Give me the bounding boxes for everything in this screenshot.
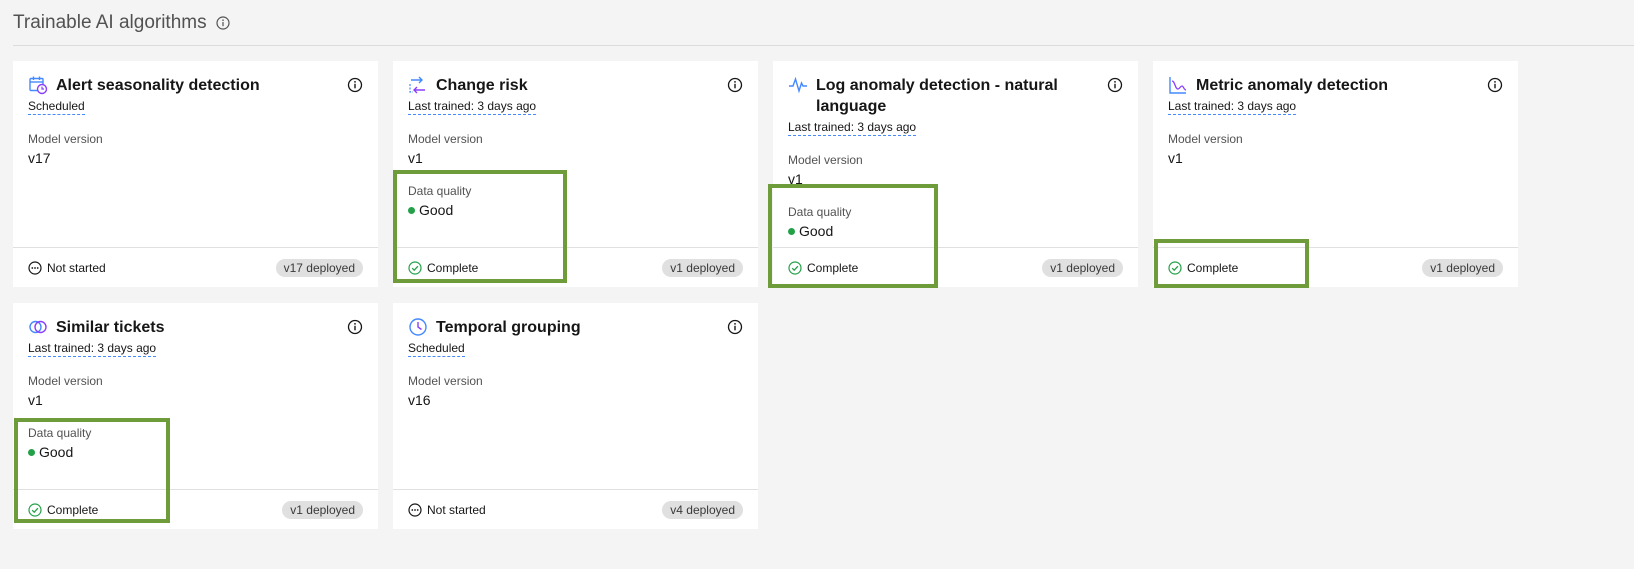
model-version-label: Model version [788,153,863,167]
card-footer: Complete v1 deployed [773,247,1138,287]
model-version-label: Model version [28,374,103,388]
training-state-label: Complete [1187,260,1239,275]
training-state-label: Complete [47,502,99,517]
model-version-label: Model version [1168,132,1243,146]
training-status-link[interactable]: Last trained: 3 days ago [1168,99,1297,115]
data-quality-label: Data quality [408,184,472,198]
model-version-value: v17 [28,150,51,166]
card-footer: Complete v1 deployed [1153,247,1518,287]
data-quality-label: Data quality [788,205,852,219]
training-state-label: Complete [807,260,859,275]
card-alert-seasonality-detection[interactable]: Alert seasonality detection Scheduled Mo… [13,61,378,287]
model-version-value: v1 [1168,150,1183,166]
data-quality-label: Data quality [28,426,92,440]
card-footer: Not started v17 deployed [13,247,378,287]
not-started-icon [28,260,42,275]
data-quality-value: Good [28,444,363,460]
activity-icon [788,75,808,95]
chart-line-icon [1168,75,1188,95]
deployed-tag: v1 deployed [1042,258,1123,277]
deployed-tag: v1 deployed [1422,258,1503,277]
card-log-anomaly-detection[interactable]: Log anomaly detection - natural language… [773,61,1138,287]
training-state: Complete [28,503,98,517]
card-title: Alert seasonality detection [56,77,260,94]
training-status-link[interactable]: Last trained: 3 days ago [788,120,917,136]
training-state: Not started [28,261,106,275]
change-risk-icon [408,75,428,95]
card-title: Similar tickets [56,319,165,336]
checkmark-outline-icon [788,260,802,275]
deployed-tag: v1 deployed [282,500,363,519]
similar-circles-icon [28,317,48,337]
training-status-link[interactable]: Last trained: 3 days ago [408,99,537,115]
training-state: Complete [788,261,858,275]
deployed-tag: v1 deployed [662,258,743,277]
card-similar-tickets[interactable]: Similar tickets Last trained: 3 days ago… [13,303,378,529]
checkmark-outline-icon [408,260,422,275]
info-icon[interactable] [347,319,363,335]
card-title: Temporal grouping [436,319,581,336]
training-status-link[interactable]: Last trained: 3 days ago [28,341,157,357]
card-footer: Complete v1 deployed [13,489,378,529]
card-title: Change risk [436,77,528,94]
info-icon[interactable] [216,15,230,30]
card-footer: Complete v1 deployed [393,247,758,287]
training-state: Complete [1168,261,1238,275]
status-dot [408,206,415,214]
training-status-link[interactable]: Scheduled [28,99,85,115]
model-version-label: Model version [28,132,103,146]
page-header: Trainable AI algorithms [13,0,1634,46]
training-state-label: Complete [427,260,479,275]
card-temporal-grouping[interactable]: Temporal grouping Scheduled Model versio… [393,303,758,529]
status-dot [788,227,795,235]
deployed-tag: v17 deployed [275,258,363,277]
training-state: Not started [408,503,486,517]
model-version-value: v16 [408,392,431,408]
training-state-label: Not started [47,260,106,275]
model-version-label: Model version [408,374,483,388]
calendar-clock-icon [28,75,48,95]
model-version-value: v1 [408,150,423,166]
data-quality-value: Good [788,223,1123,239]
deployed-tag: v4 deployed [662,500,743,519]
not-started-icon [408,502,422,517]
card-title: Metric anomaly detection [1196,77,1389,94]
page-title: Trainable AI algorithms [13,11,207,33]
model-version-value: v1 [788,171,803,187]
checkmark-outline-icon [1168,260,1182,275]
data-quality-value: Good [408,202,743,218]
training-state: Complete [408,261,478,275]
info-icon[interactable] [1107,77,1123,93]
card-title: Log anomaly detection - natural language [816,77,1058,115]
page: Trainable AI algorithms Alert seasonalit… [0,0,1634,569]
info-icon[interactable] [727,319,743,335]
card-change-risk[interactable]: Change risk Last trained: 3 days ago Mod… [393,61,758,287]
status-dot [28,448,35,456]
training-state-label: Not started [427,502,486,517]
model-version-label: Model version [408,132,483,146]
info-icon[interactable] [1487,77,1503,93]
checkmark-outline-icon [28,502,42,517]
card-metric-anomaly-detection[interactable]: Metric anomaly detection Last trained: 3… [1153,61,1518,287]
info-icon[interactable] [727,77,743,93]
info-icon[interactable] [347,77,363,93]
clock-icon [408,317,428,337]
training-status-link[interactable]: Scheduled [408,341,465,357]
card-footer: Not started v4 deployed [393,489,758,529]
model-version-value: v1 [28,392,43,408]
